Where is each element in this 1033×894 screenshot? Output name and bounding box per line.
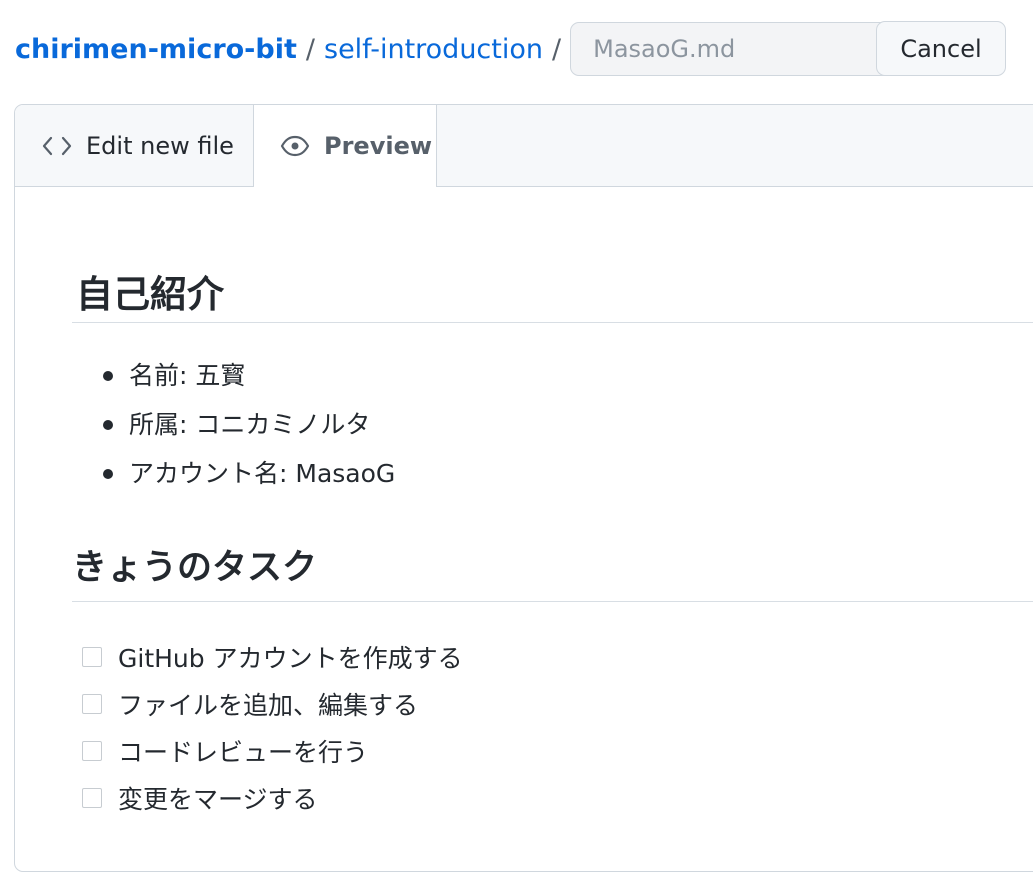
breadcrumb-separator: / <box>552 33 562 65</box>
task-list: GitHub アカウントを作成する ファイルを追加、編集する コードレビューを行… <box>82 633 463 821</box>
tab-edit-label: Edit new file <box>86 131 234 160</box>
eye-icon <box>280 135 310 157</box>
task-checkbox[interactable] <box>82 787 102 808</box>
tab-edit-new-file[interactable]: Edit new file <box>15 105 254 186</box>
breadcrumb-folder-link[interactable]: self-introduction <box>324 34 543 65</box>
list-item: 名前: 五寳 <box>72 355 395 404</box>
task-item: コードレビューを行う <box>82 727 463 774</box>
breadcrumb: chirimen-micro-bit / self-introduction / <box>15 21 925 77</box>
tab-preview[interactable]: Preview <box>253 105 437 187</box>
task-checkbox[interactable] <box>82 646 102 667</box>
preview-heading-1: 自己紹介 <box>76 273 224 316</box>
markdown-preview: 自己紹介 名前: 五寳 所属: コニカミノルタ アカウント名: MasaoG き… <box>72 187 1033 871</box>
bullet-icon <box>103 371 113 381</box>
list-item-text: 名前: 五寳 <box>129 361 246 390</box>
list-item: 所属: コニカミノルタ <box>72 404 395 453</box>
profile-list: 名前: 五寳 所属: コニカミノルタ アカウント名: MasaoG <box>72 355 395 502</box>
file-editor: Edit new file Preview 自己紹介 名前: 五寳 所属: コニ… <box>14 104 1033 872</box>
editor-tabbar: Edit new file Preview <box>15 105 1033 187</box>
list-item: アカウント名: MasaoG <box>72 453 395 502</box>
task-label: GitHub アカウントを作成する <box>118 643 463 673</box>
cancel-button[interactable]: Cancel <box>876 21 1006 76</box>
task-item: ファイルを追加、編集する <box>82 680 463 727</box>
heading-divider <box>72 322 1033 323</box>
breadcrumb-separator: / <box>305 33 315 65</box>
code-icon <box>42 135 72 157</box>
task-item: GitHub アカウントを作成する <box>82 633 463 680</box>
tab-preview-label: Preview <box>324 132 433 160</box>
filename-input[interactable] <box>570 22 925 76</box>
task-label: 変更をマージする <box>118 784 318 814</box>
heading-divider <box>72 601 1033 602</box>
task-item: 変更をマージする <box>82 774 463 821</box>
breadcrumb-repo-link[interactable]: chirimen-micro-bit <box>15 34 297 65</box>
list-item-text: 所属: コニカミノルタ <box>129 410 371 439</box>
task-checkbox[interactable] <box>82 740 102 761</box>
task-label: ファイルを追加、編集する <box>118 690 419 720</box>
preview-heading-2: きょうのタスク <box>72 548 318 588</box>
bullet-icon <box>103 469 113 479</box>
task-checkbox[interactable] <box>82 693 102 714</box>
bullet-icon <box>103 420 113 430</box>
task-label: コードレビューを行う <box>118 737 369 767</box>
list-item-text: アカウント名: MasaoG <box>129 459 396 488</box>
